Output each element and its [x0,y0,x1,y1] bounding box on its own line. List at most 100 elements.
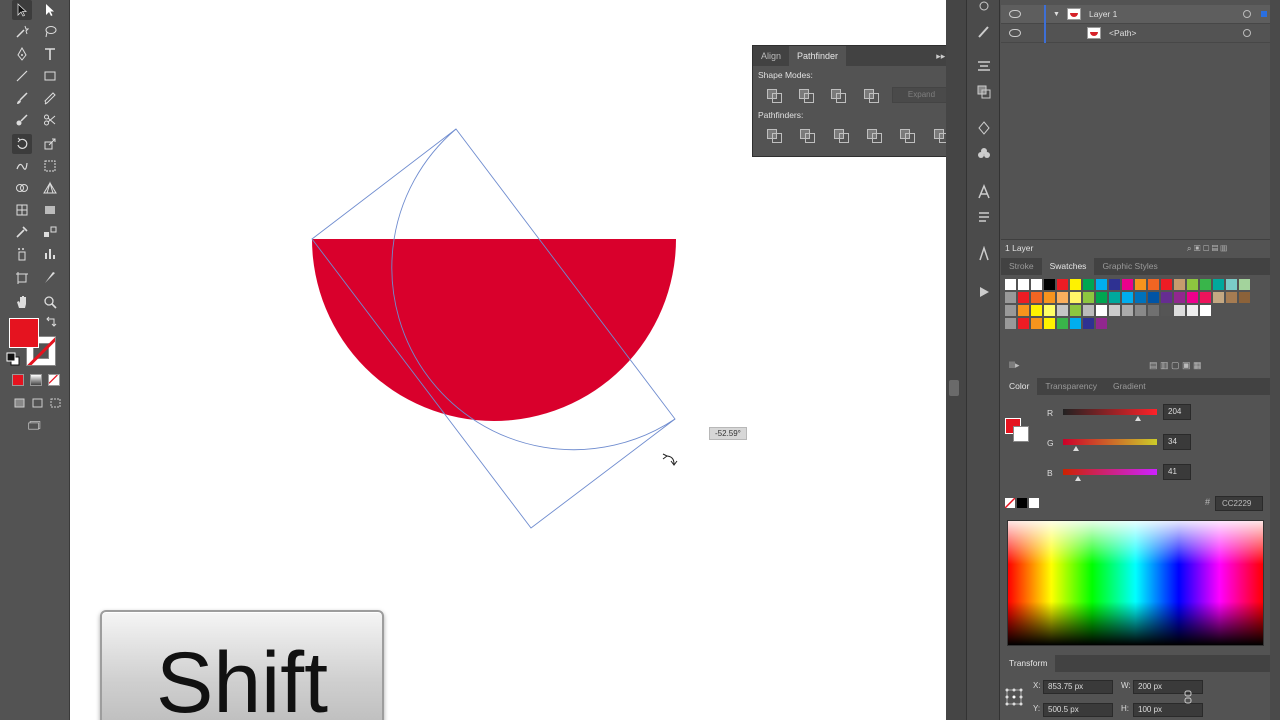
color-swatch[interactable] [1096,305,1107,316]
color-swatch[interactable] [1031,305,1042,316]
magic-wand-tool-icon[interactable] [12,22,32,42]
color-swatch[interactable] [1057,305,1068,316]
brushes-icon[interactable] [976,24,992,40]
color-swatch[interactable] [1161,279,1172,290]
color-swatch[interactable] [1005,292,1016,303]
symbols-icon[interactable] [976,120,992,136]
minus-front-icon[interactable] [795,86,815,104]
color-swatch[interactable] [1070,305,1081,316]
align-icon[interactable] [976,58,992,74]
color-swatch[interactable] [1070,318,1081,329]
crop-icon[interactable] [863,126,884,144]
draw-behind-icon[interactable] [30,396,46,410]
free-transform-tool-icon[interactable] [40,156,60,176]
pathfinder-icon[interactable] [976,84,992,100]
color-swatch[interactable] [1044,279,1055,290]
character-icon[interactable] [976,184,992,200]
line-tool-icon[interactable] [12,66,32,86]
color-swatch[interactable] [1083,305,1094,316]
color-swatch[interactable] [1187,292,1198,303]
direct-selection-tool-icon[interactable] [40,0,60,20]
hand-tool-icon[interactable] [12,292,32,312]
color-mode-icon[interactable] [12,374,24,386]
blue-channel-slider[interactable] [1063,469,1157,475]
color-swatch[interactable] [1031,292,1042,303]
draw-normal-icon[interactable] [12,396,28,410]
color-swatch[interactable] [1148,305,1159,316]
color-swatch[interactable] [1018,305,1029,316]
color-swatch[interactable] [1044,292,1055,303]
color-swatch[interactable] [1122,292,1133,303]
path-row[interactable]: <Path> [1001,24,1271,43]
gradient-mode-icon[interactable] [30,374,42,386]
expand-triangle-icon[interactable]: ▼ [1053,11,1060,18]
layers-footer-icons[interactable]: ⌕ ▣ ▢ ▤ ▥ [1187,240,1227,256]
red-half-circle-shape[interactable] [312,239,676,421]
tab-align[interactable]: Align [753,46,789,66]
scissors-tool-icon[interactable] [40,110,60,130]
x-field[interactable]: 853.75 px [1043,680,1113,694]
symbol-sprayer-tool-icon[interactable] [12,244,32,264]
paragraph-icon[interactable] [976,210,992,226]
rotate-tool-icon[interactable] [12,134,32,154]
gradient-tool-icon[interactable] [40,200,60,220]
color-swatch[interactable] [1122,279,1133,290]
color-swatch[interactable] [1213,279,1224,290]
color-swatch[interactable] [1096,292,1107,303]
unite-icon[interactable] [763,86,783,104]
visibility-eye-icon[interactable] [1009,29,1021,37]
scrollbar-thumb[interactable] [949,380,959,396]
color-swatch[interactable] [1161,305,1172,316]
color-swatch[interactable] [1200,292,1211,303]
h-field[interactable]: 100 px [1133,703,1203,717]
color-swatch[interactable] [1057,292,1068,303]
visibility-eye-icon[interactable] [1009,10,1021,18]
color-swatch[interactable] [1187,305,1198,316]
mesh-tool-icon[interactable] [12,200,32,220]
swap-fill-stroke-icon[interactable] [44,316,58,330]
color-swatch[interactable] [1031,318,1042,329]
trim-icon[interactable] [796,126,817,144]
blue-value-field[interactable]: 41 [1163,464,1191,480]
color-swatch[interactable] [1200,305,1211,316]
color-swatch[interactable] [1213,292,1224,303]
color-swatch[interactable] [1083,292,1094,303]
color-swatch[interactable] [1096,318,1107,329]
color-swatch[interactable] [1083,279,1094,290]
color-swatch[interactable] [1122,305,1133,316]
color-swatch[interactable] [1057,318,1068,329]
color-swatch[interactable] [1148,279,1159,290]
color-swatch[interactable] [1083,318,1094,329]
shape-builder-tool-icon[interactable] [12,178,32,198]
artboard-tool-icon[interactable] [12,268,32,288]
color-swatch[interactable] [1005,305,1016,316]
color-swatch[interactable] [1161,292,1172,303]
draw-inside-icon[interactable] [48,396,64,410]
color-swatch[interactable] [1187,279,1198,290]
color-swatch[interactable] [1135,305,1146,316]
zoom-tool-icon[interactable] [40,292,60,312]
type-tool-icon[interactable] [40,44,60,64]
color-swatch[interactable] [1226,292,1237,303]
color-swatch[interactable] [1018,292,1029,303]
selection-tool-icon[interactable] [12,0,32,20]
merge-icon[interactable] [830,126,851,144]
tab-graphic-styles[interactable]: Graphic Styles [1094,258,1165,275]
club-icon[interactable] [976,146,992,162]
color-swatch[interactable] [1018,318,1029,329]
pen-tool-icon[interactable] [12,44,32,64]
black-color-swatch[interactable] [1017,498,1027,508]
swatch-libraries-icon[interactable]: lll▸ [1009,360,1020,371]
color-swatch[interactable] [1109,279,1120,290]
warp-tool-icon[interactable] [12,156,32,176]
color-spectrum[interactable] [1007,520,1264,646]
tab-transparency[interactable]: Transparency [1037,378,1105,395]
slice-tool-icon[interactable] [40,268,60,288]
color-swatch[interactable] [1239,292,1250,303]
y-field[interactable]: 500.5 px [1043,703,1113,717]
color-swatch[interactable] [1005,318,1016,329]
fill-color-swatch[interactable] [9,318,39,348]
tab-pathfinder[interactable]: Pathfinder [789,46,847,66]
tab-transform[interactable]: Transform [1001,655,1056,672]
color-swatch[interactable] [1044,318,1055,329]
